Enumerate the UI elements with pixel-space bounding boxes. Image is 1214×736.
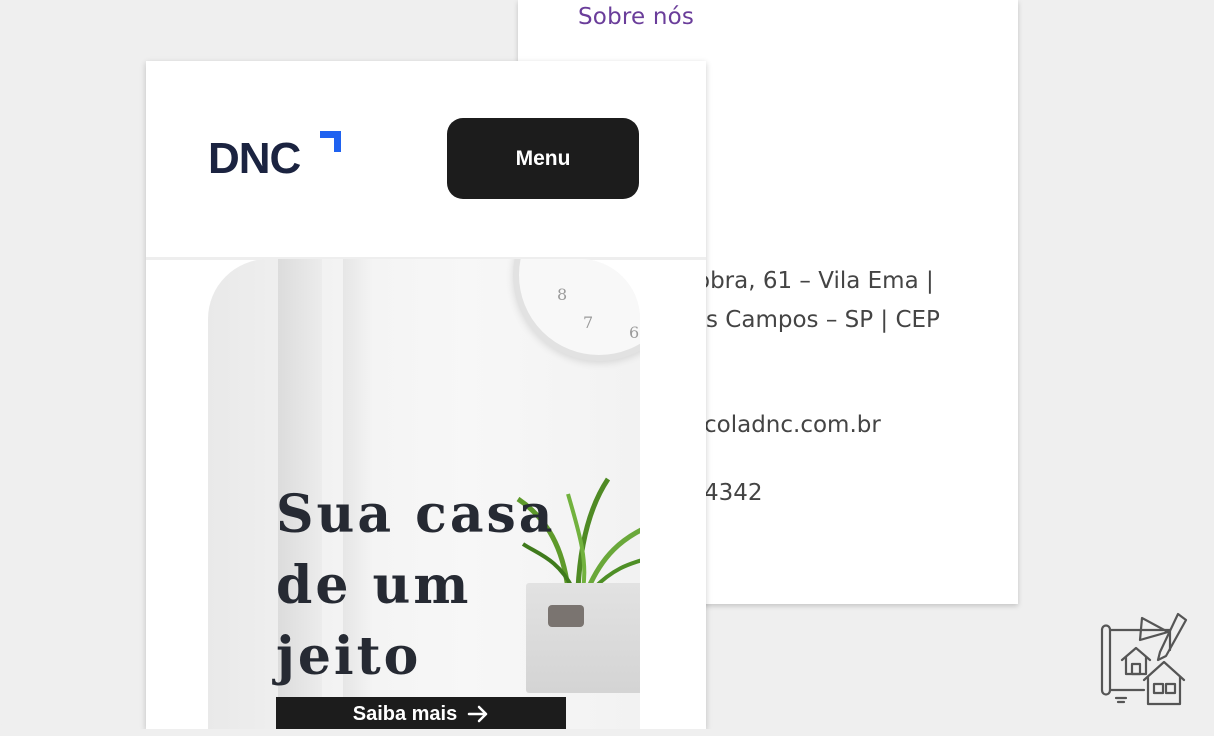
dnc-logo[interactable]: DNC — [208, 137, 301, 181]
house-design-tools-icon[interactable] — [1096, 610, 1194, 708]
clock-number: 6 — [629, 323, 640, 342]
site-header: DNC Menu — [146, 61, 706, 260]
hero-title-line: Sua casa — [276, 484, 556, 545]
arrow-right-icon — [468, 705, 488, 723]
email-text: coladnc.com.br — [704, 412, 881, 438]
wall-clock-image: 8 7 6 — [513, 259, 640, 361]
hero-title-line: jeito — [276, 626, 422, 687]
saiba-mais-button[interactable]: Saiba mais — [276, 697, 566, 729]
app-canvas: Sobre nós obra, 61 – Vila Ema | s Campos… — [0, 0, 1214, 729]
hero-title-line: de um — [276, 555, 472, 616]
clock-number: 7 — [583, 313, 594, 332]
nav-link-sobre-nos[interactable]: Sobre nós — [578, 4, 694, 30]
cta-label: Saiba mais — [352, 702, 458, 725]
phone-text: 4342 — [704, 480, 763, 506]
address-line-2: s Campos – SP | CEP — [706, 307, 940, 333]
logo-accent-icon — [320, 131, 341, 152]
hero-title: Sua casa de um jeito — [276, 479, 576, 692]
mobile-page-card: DNC Menu 8 7 6 Sua casa de um jeito Saib… — [146, 61, 706, 729]
menu-button[interactable]: Menu — [447, 118, 639, 199]
clock-number: 8 — [557, 285, 568, 304]
address-line-1: obra, 61 – Vila Ema | — [696, 268, 934, 294]
